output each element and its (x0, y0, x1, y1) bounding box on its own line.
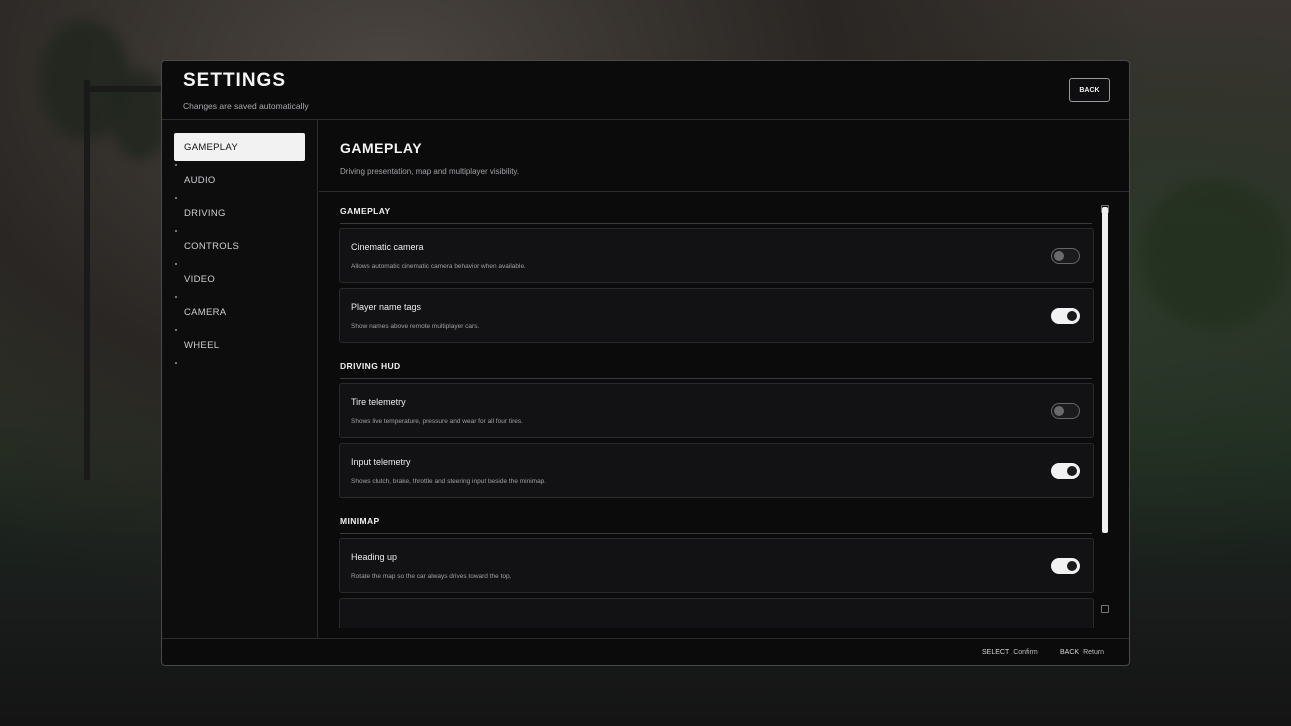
setting-label: Tire telemetry (351, 397, 406, 407)
sidebar-item-gameplay[interactable]: GAMEPLAY (174, 133, 305, 161)
hint-key: BACK (1060, 649, 1080, 656)
setting-label: Player name tags (351, 302, 422, 312)
setting-row-partial[interactable] (339, 598, 1094, 628)
setting-row-tire-telemetry[interactable]: Tire telemetry Shows live temperature, p… (339, 383, 1094, 438)
hint-back: BACK Return (1060, 649, 1104, 656)
setting-row-player-name-tags[interactable]: Player name tags Show names above remote… (339, 288, 1094, 343)
settings-footer: SELECT Confirm BACK Return (162, 638, 1129, 665)
setting-label: Cinematic camera (351, 242, 424, 252)
settings-subtitle: Changes are saved automatically (183, 101, 309, 111)
settings-list: GAMEPLAY Cinematic camera Allows automat… (339, 201, 1096, 628)
hint-key: SELECT (982, 649, 1010, 656)
hint-action: Confirm (1013, 649, 1038, 656)
setting-row-heading-up[interactable]: Heading up Rotate the map so the car alw… (339, 538, 1094, 593)
toggle-knob (1067, 311, 1077, 321)
setting-row-cinematic-camera[interactable]: Cinematic camera Allows automatic cinema… (339, 228, 1094, 283)
content-title: GAMEPLAY (340, 140, 423, 156)
sidebar-item-camera[interactable]: CAMERA (174, 298, 305, 326)
scroll-down-button[interactable] (1101, 605, 1109, 613)
cinematic-camera-toggle[interactable] (1051, 248, 1080, 264)
toggle-knob (1067, 561, 1077, 571)
setting-label: Heading up (351, 552, 398, 562)
content-header: GAMEPLAY Driving presentation, map and m… (319, 120, 1129, 192)
setting-description: Shows live temperature, pressure and wea… (351, 418, 523, 425)
setting-description: Shows clutch, brake, throttle and steeri… (351, 478, 547, 485)
toggle-knob (1054, 251, 1064, 261)
section-title-gameplay: GAMEPLAY (340, 206, 1092, 224)
content-description: Driving presentation, map and multiplaye… (340, 167, 520, 176)
sidebar-item-wheel[interactable]: WHEEL (174, 331, 305, 359)
toggle-knob (1067, 466, 1077, 476)
back-button[interactable]: BACK (1069, 78, 1110, 102)
tire-telemetry-toggle[interactable] (1051, 403, 1080, 419)
setting-description: Show names above remote multiplayer cars… (351, 323, 480, 330)
background-pole (84, 86, 162, 92)
setting-description: Rotate the map so the car always drives … (351, 573, 512, 580)
heading-up-toggle[interactable] (1051, 558, 1080, 574)
settings-title: SETTINGS (183, 70, 287, 91)
settings-header: SETTINGS Changes are saved automatically… (162, 61, 1129, 120)
setting-label: Input telemetry (351, 457, 411, 467)
background-pole (84, 80, 90, 480)
setting-row-input-telemetry[interactable]: Input telemetry Shows clutch, brake, thr… (339, 443, 1094, 498)
sidebar-item-audio[interactable]: AUDIO (174, 166, 305, 194)
toggle-knob (1054, 406, 1064, 416)
settings-sidebar: GAMEPLAY AUDIO DRIVING CONTROLS VIDEO CA… (162, 120, 318, 638)
hint-select: SELECT Confirm (982, 649, 1038, 656)
section-title-driving-hud: DRIVING HUD (340, 361, 1092, 379)
sidebar-item-controls[interactable]: CONTROLS (174, 232, 305, 260)
section-title-minimap: MINIMAP (340, 516, 1092, 534)
settings-content: GAMEPLAY Driving presentation, map and m… (319, 120, 1129, 638)
scrollbar[interactable] (1101, 205, 1109, 665)
input-telemetry-toggle[interactable] (1051, 463, 1080, 479)
setting-description: Allows automatic cinematic camera behavi… (351, 263, 526, 270)
sidebar-item-driving[interactable]: DRIVING (174, 199, 305, 227)
scroll-thumb[interactable] (1102, 207, 1108, 533)
nav-separator-dot (175, 362, 177, 364)
background-tree (1140, 180, 1290, 330)
settings-panel: SETTINGS Changes are saved automatically… (161, 60, 1130, 666)
player-name-tags-toggle[interactable] (1051, 308, 1080, 324)
sidebar-item-video[interactable]: VIDEO (174, 265, 305, 293)
hint-action: Return (1083, 649, 1105, 656)
